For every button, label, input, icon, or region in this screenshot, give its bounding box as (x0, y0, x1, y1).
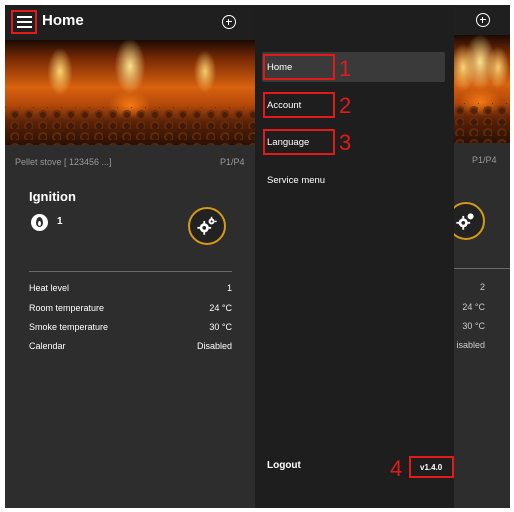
pellet-fire-image (450, 35, 510, 143)
page-title: Home (42, 12, 84, 29)
calendar-label: Calendar (29, 341, 66, 351)
annotation-box-language (263, 129, 335, 155)
heat-level-value: 2 (479, 282, 485, 292)
stove-id-label: Pellet stove [ 123456 ...] (15, 157, 112, 167)
divider (29, 271, 232, 272)
annotation-number: 1 (339, 56, 352, 81)
heat-level-label: Heat level (29, 283, 70, 293)
settings-gear-button[interactable] (188, 207, 226, 245)
hamburger-menu-icon[interactable] (11, 10, 37, 34)
flame-icon (31, 214, 48, 231)
annotation-number: 4 (390, 456, 403, 481)
gear-icon (456, 213, 474, 230)
calendar-value: isabled (456, 340, 485, 350)
add-circle-icon[interactable] (222, 15, 236, 29)
annotation-box-home (263, 54, 335, 80)
room-temperature-value: 24 °C (462, 302, 485, 312)
nav-item-service-menu[interactable]: Service menu (262, 165, 445, 195)
ignition-value: 1 (57, 216, 63, 227)
navigation-drawer: Home Account Language Service menu 1 2 3… (255, 5, 454, 508)
calendar-value: Disabled (196, 341, 232, 351)
page-indicator: P1/P4 (220, 157, 245, 167)
page-indicator: P1/P4 (472, 155, 497, 165)
annotation-box-account (263, 92, 335, 118)
room-temperature-label: Room temperature (29, 303, 105, 313)
smoke-temperature-value: 30 °C (209, 322, 232, 332)
room-temperature-value: 24 °C (209, 303, 232, 313)
right-app-screen: P1/P4 2 24 °C 30 °C isabled Home Account… (255, 5, 510, 508)
left-app-screen: Home Pellet stove [ 123456 ...] P1/P4 Ig… (5, 5, 255, 508)
nav-item-label: Service menu (267, 174, 326, 186)
pellet-fire-image (5, 40, 255, 145)
gear-icon (197, 216, 217, 235)
logout-button[interactable]: Logout (267, 460, 301, 471)
divider (450, 268, 510, 269)
add-circle-icon[interactable] (476, 13, 490, 27)
app-version: v1.4.0 (420, 463, 443, 472)
annotation-number: 2 (339, 93, 352, 118)
smoke-temperature-value: 30 °C (462, 321, 485, 331)
smoke-temperature-label: Smoke temperature (29, 322, 109, 332)
heat-level-value: 1 (226, 283, 232, 293)
ignition-title: Ignition (29, 189, 76, 204)
annotation-number: 3 (339, 130, 352, 155)
